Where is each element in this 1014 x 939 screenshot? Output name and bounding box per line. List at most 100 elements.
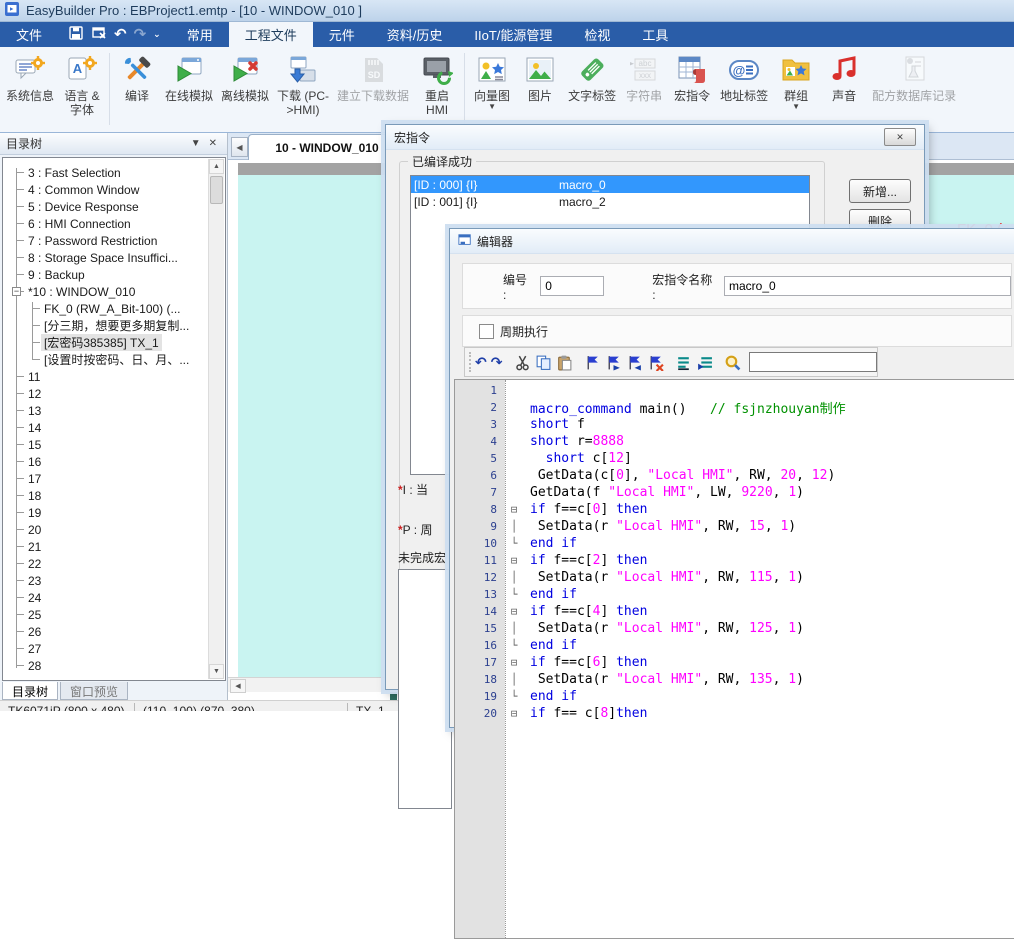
bookmark-next-icon[interactable] xyxy=(605,352,622,372)
bookmark-prev-icon[interactable] xyxy=(626,352,643,372)
menu-tab-资料/历史[interactable]: 资料/历史 xyxy=(371,22,459,47)
code-line[interactable]: 19└end if xyxy=(455,688,1014,705)
code-line[interactable]: 6 GetData(c[0], "Local HMI", RW, 20, 12) xyxy=(455,467,1014,484)
tree-item[interactable]: 23 xyxy=(3,572,209,589)
code-line[interactable]: 3short f xyxy=(455,416,1014,433)
chevron-down-icon[interactable]: ▼ xyxy=(792,104,800,110)
ribbon-button-系统信息[interactable]: 系统信息 xyxy=(2,51,58,105)
tree-item[interactable]: 14 xyxy=(3,419,209,436)
tree-item[interactable]: 7 : Password Restriction xyxy=(3,232,209,249)
chevron-down-icon[interactable]: ▼ xyxy=(488,104,496,110)
fold-start-icon[interactable]: ⊟ xyxy=(505,656,523,669)
tree-item[interactable]: 6 : HMI Connection xyxy=(3,215,209,232)
find-input[interactable] xyxy=(749,352,877,372)
undo-icon[interactable]: ↶ xyxy=(114,27,127,42)
code-line[interactable]: 2macro_command main() // fsjnzhouyan制作 xyxy=(455,399,1014,416)
tree-item[interactable]: 11 xyxy=(3,368,209,385)
menu-tab-IIoT/能源管理[interactable]: IIoT/能源管理 xyxy=(458,22,568,47)
tree-item[interactable]: 15 xyxy=(3,436,209,453)
sidebar-tab-窗口预览[interactable]: 窗口预览 xyxy=(60,682,128,700)
periodic-checkbox[interactable] xyxy=(479,324,494,339)
menu-tab-工程文件[interactable]: 工程文件 xyxy=(229,22,313,47)
scroll-left-icon[interactable]: ◀ xyxy=(230,679,246,693)
ribbon-button-声音[interactable]: 声音 xyxy=(820,51,868,105)
ribbon-button-地址标签[interactable]: @地址标签 xyxy=(716,51,772,105)
tree-item[interactable]: 27 xyxy=(3,640,209,657)
code-line[interactable]: 8⊟if f==c[0] then xyxy=(455,501,1014,518)
macro-dialog-titlebar[interactable]: 宏指令 ✕ xyxy=(386,125,924,150)
ribbon-button-向量图[interactable]: 向量图▼ xyxy=(468,51,516,112)
code-line[interactable]: 11⊟if f==c[2] then xyxy=(455,552,1014,569)
macro-name-input[interactable] xyxy=(724,276,1011,296)
macro-list-item[interactable]: [ID : 001] {I}macro_2 xyxy=(411,193,809,210)
tree-item[interactable]: FK_0 (RW_A_Bit-100) (... xyxy=(3,300,209,317)
tree-item[interactable]: 4 : Common Window xyxy=(3,181,209,198)
code-line[interactable]: 10└end if xyxy=(455,535,1014,552)
code-line[interactable]: 16└end if xyxy=(455,637,1014,654)
code-line[interactable]: 17⊟if f==c[6] then xyxy=(455,654,1014,671)
fold-start-icon[interactable]: ⊟ xyxy=(505,605,523,618)
tree-item[interactable]: 21 xyxy=(3,538,209,555)
code-line[interactable]: 9│ SetData(r "Local HMI", RW, 15, 1) xyxy=(455,518,1014,535)
find-icon[interactable] xyxy=(724,352,741,372)
redo-icon[interactable]: ↷ xyxy=(491,352,503,372)
tree-item[interactable]: 20 xyxy=(3,521,209,538)
sidebar-tab-目录树[interactable]: 目录树 xyxy=(2,682,58,700)
paste-icon[interactable] xyxy=(556,352,573,372)
add-macro-button[interactable]: 新增... xyxy=(849,179,911,203)
code-line[interactable]: 14⊟if f==c[4] then xyxy=(455,603,1014,620)
tree-item[interactable]: 8 : Storage Space Insuffici... xyxy=(3,249,209,266)
code-line[interactable]: 12│ SetData(r "Local HMI", RW, 115, 1) xyxy=(455,569,1014,586)
tree-item[interactable]: 22 xyxy=(3,555,209,572)
fold-start-icon[interactable]: ⊟ xyxy=(505,707,523,720)
redo-icon[interactable]: ↷ xyxy=(134,27,147,42)
code-line[interactable]: 7GetData(f "Local HMI", LW, 9220, 1) xyxy=(455,484,1014,501)
cut-icon[interactable] xyxy=(514,352,531,372)
fold-start-icon[interactable]: ⊟ xyxy=(505,503,523,516)
tree-item[interactable]: 26 xyxy=(3,623,209,640)
close-icon[interactable]: ✕ xyxy=(205,138,221,149)
tree-scrollbar[interactable]: ▲ ▼ xyxy=(208,159,224,679)
ribbon-button-下载(PC->HMI)[interactable]: 下载 (PC- >HMI) xyxy=(273,51,333,119)
menu-file[interactable]: 文件 xyxy=(0,22,58,47)
editor-dialog-titlebar[interactable]: 编辑器 xyxy=(450,229,1014,254)
tree-item[interactable]: 5 : Device Response xyxy=(3,198,209,215)
goto-line-icon[interactable] xyxy=(696,352,713,372)
collapse-expander-icon[interactable]: − xyxy=(12,287,21,296)
menu-tab-常用[interactable]: 常用 xyxy=(171,22,229,47)
menu-tab-元件[interactable]: 元件 xyxy=(313,22,371,47)
chevron-down-icon[interactable]: ▼ xyxy=(187,138,205,149)
code-line[interactable]: 1 xyxy=(455,382,1014,399)
ribbon-button-编译[interactable]: 编译 xyxy=(113,51,161,105)
bookmark-clear-icon[interactable] xyxy=(647,352,664,372)
menu-tab-工具[interactable]: 工具 xyxy=(626,22,684,47)
tree-item[interactable]: 25 xyxy=(3,606,209,623)
undo-icon[interactable]: ↶ xyxy=(475,352,487,372)
tab-scroll-left-icon[interactable]: ◀ xyxy=(231,137,248,157)
ribbon-button-语言&字体[interactable]: A语言 & 字体 xyxy=(58,51,106,119)
close-icon[interactable]: ✕ xyxy=(884,128,916,146)
tree-item[interactable]: [分三期，想要更多期复制... xyxy=(3,317,209,334)
ribbon-button-在线模拟[interactable]: 在线模拟 xyxy=(161,51,217,105)
code-line[interactable]: 5 short c[12] xyxy=(455,450,1014,467)
ribbon-button-宏指令[interactable]: 宏指令 xyxy=(668,51,716,105)
ribbon-button-文字标签[interactable]: 文字标签 xyxy=(564,51,620,105)
code-line[interactable]: 13└end if xyxy=(455,586,1014,603)
code-line[interactable]: 4short r=8888 xyxy=(455,433,1014,450)
copy-icon[interactable] xyxy=(535,352,552,372)
tree-item[interactable]: 16 xyxy=(3,453,209,470)
save-icon[interactable] xyxy=(68,25,84,44)
bookmark-toggle-icon[interactable] xyxy=(584,352,601,372)
tree-item[interactable]: [设置时按密码、日、月、... xyxy=(3,351,209,368)
tree-item[interactable]: 24 xyxy=(3,589,209,606)
code-line[interactable]: 15│ SetData(r "Local HMI", RW, 125, 1) xyxy=(455,620,1014,637)
tree-item[interactable]: 19 xyxy=(3,504,209,521)
indent-list-icon[interactable] xyxy=(675,352,692,372)
tree-item[interactable]: 17 xyxy=(3,470,209,487)
tree-item[interactable]: −*10 : WINDOW_010 xyxy=(3,283,209,300)
tree-item[interactable]: 3 : Fast Selection xyxy=(3,164,209,181)
menu-tab-检视[interactable]: 检视 xyxy=(568,22,626,47)
more-icon[interactable]: ⌄ xyxy=(153,30,161,39)
code-line[interactable]: 18│ SetData(r "Local HMI", RW, 135, 1) xyxy=(455,671,1014,688)
tree-item[interactable]: [宏密码385385] TX_1 xyxy=(3,334,209,351)
